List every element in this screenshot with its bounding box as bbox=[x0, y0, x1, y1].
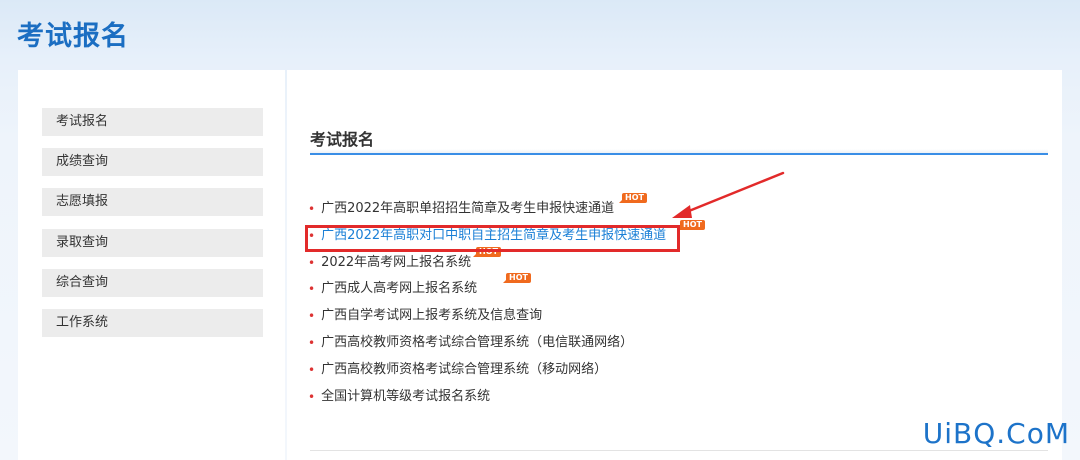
highlight-annotation-box bbox=[305, 225, 680, 252]
watermark: UiBQ.CoM bbox=[922, 417, 1070, 450]
list-item: • 广西高校教师资格考试综合管理系统（移动网络） bbox=[308, 360, 607, 380]
bullet-icon: • bbox=[308, 309, 316, 323]
list-item: • 全国计算机等级考试报名系统 bbox=[308, 387, 490, 407]
bullet-icon: • bbox=[308, 202, 316, 216]
bullet-icon: • bbox=[308, 390, 316, 404]
list-item: • 广西2022年高职单招招生简章及考生申报快速通道 HOT bbox=[308, 193, 647, 219]
bottom-divider bbox=[310, 450, 1048, 451]
bullet-icon: • bbox=[308, 363, 316, 377]
sidebar-item-admission-query[interactable]: 录取查询 bbox=[42, 229, 263, 257]
link-teacher-qualification-telecom[interactable]: 广西高校教师资格考试综合管理系统（电信联通网络） bbox=[321, 335, 633, 350]
page-title: 考试报名 bbox=[17, 21, 129, 52]
sidebar-item-application-filling[interactable]: 志愿填报 bbox=[42, 188, 263, 216]
sidebar-item-work-system[interactable]: 工作系统 bbox=[42, 309, 263, 337]
link-gaokao-registration[interactable]: 2022年高考网上报名系统 bbox=[321, 255, 471, 270]
hot-badge: HOT bbox=[677, 220, 705, 230]
link-self-study-exam[interactable]: 广西自学考试网上报考系统及信息查询 bbox=[321, 308, 542, 323]
bullet-icon: • bbox=[308, 256, 316, 270]
bullet-icon: • bbox=[308, 336, 316, 350]
hot-badge: HOT bbox=[619, 193, 647, 203]
sidebar-item-exam-registration[interactable]: 考试报名 bbox=[42, 108, 263, 136]
list-item: • 广西高校教师资格考试综合管理系统（电信联通网络） bbox=[308, 333, 633, 353]
link-adult-gaokao-registration[interactable]: 广西成人高考网上报名系统 bbox=[321, 281, 477, 296]
link-vocational-single-enrollment[interactable]: 广西2022年高职单招招生简章及考生申报快速通道 bbox=[321, 201, 614, 216]
list-item: • 广西成人高考网上报名系统 HOT bbox=[308, 273, 531, 299]
link-teacher-qualification-mobile[interactable]: 广西高校教师资格考试综合管理系统（移动网络） bbox=[321, 362, 607, 377]
content-panel: 考试报名 • 广西2022年高职单招招生简章及考生申报快速通道 HOT • 广西20… bbox=[287, 70, 1062, 460]
hot-badge: HOT bbox=[503, 273, 531, 283]
sidebar-item-score-query[interactable]: 成绩查询 bbox=[42, 148, 263, 176]
link-computer-rank-exam[interactable]: 全国计算机等级考试报名系统 bbox=[321, 389, 490, 404]
section-divider bbox=[310, 149, 1048, 155]
list-item: • 广西自学考试网上报考系统及信息查询 bbox=[308, 306, 542, 326]
sidebar-item-general-query[interactable]: 综合查询 bbox=[42, 269, 263, 297]
section-title: 考试报名 bbox=[310, 130, 375, 149]
sidebar: 考试报名 成绩查询 志愿填报 录取查询 综合查询 工作系统 bbox=[18, 70, 285, 460]
bullet-icon: • bbox=[308, 282, 316, 296]
list-item: • 2022年高考网上报名系统 HOT bbox=[308, 247, 501, 273]
